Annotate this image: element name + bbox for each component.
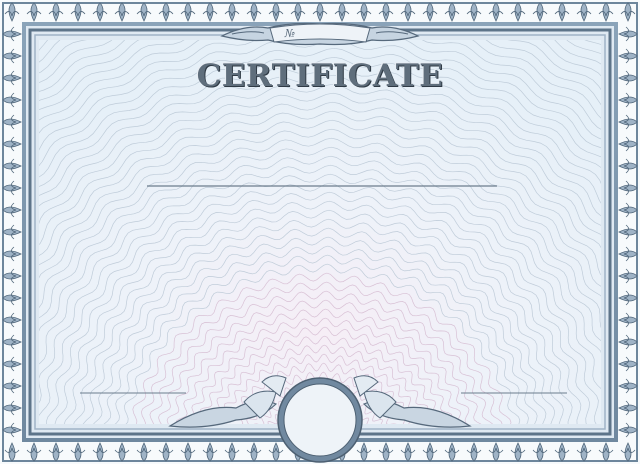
number-sign: №	[284, 27, 296, 40]
certificate-title: CERTIFICATE	[196, 58, 444, 94]
certificate: CERTIFICATE №	[0, 0, 640, 464]
